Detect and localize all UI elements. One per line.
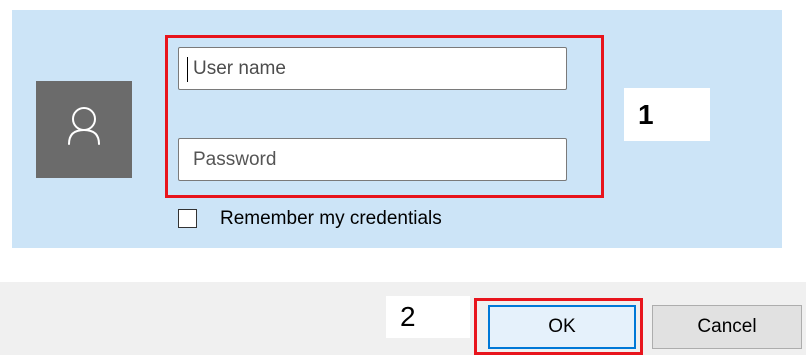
ok-highlight-box [474,298,643,355]
credentials-highlight-box [165,35,604,198]
remember-credentials-checkbox[interactable] [178,209,197,228]
user-icon [68,107,100,145]
avatar [36,81,132,178]
callout-label-1: 1 [624,88,710,141]
remember-credentials-label[interactable]: Remember my credentials [220,206,442,232]
callout-label-2: 2 [386,296,470,338]
cancel-button[interactable]: Cancel [652,305,802,349]
